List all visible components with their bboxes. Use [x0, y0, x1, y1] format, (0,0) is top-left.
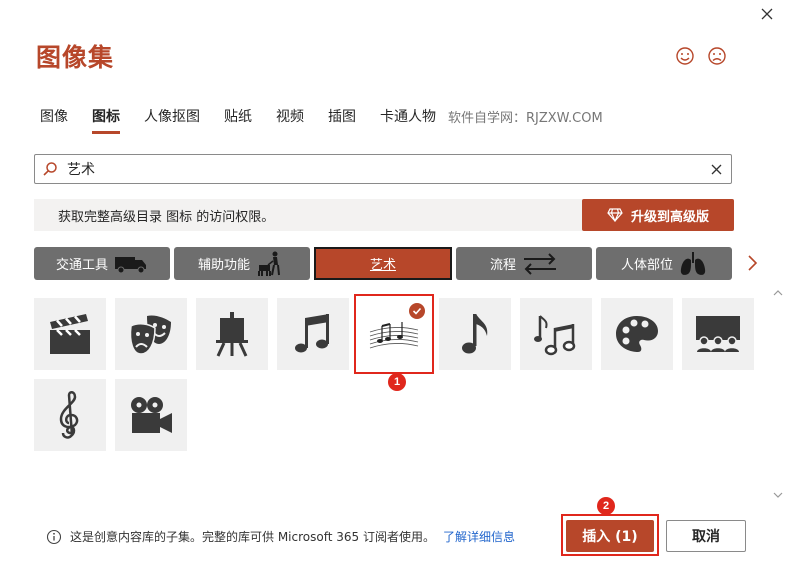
- clapperboard-icon: [50, 314, 90, 354]
- tab-stickers[interactable]: 贴纸: [224, 106, 252, 132]
- treble-clef-icon: [59, 391, 79, 439]
- cancel-button[interactable]: 取消: [666, 520, 746, 552]
- tab-videos[interactable]: 视频: [276, 106, 304, 132]
- annotation-badge-2: 2: [597, 497, 615, 515]
- tab-cutout-people[interactable]: 人像抠图: [144, 106, 200, 132]
- tab-images[interactable]: 图像: [40, 106, 68, 132]
- search-box: [34, 154, 732, 184]
- frown-icon: [708, 47, 726, 65]
- eighth-note-icon: [462, 314, 488, 354]
- clear-icon: [711, 164, 721, 174]
- icon-tile-paint-palette[interactable]: [601, 298, 673, 370]
- category-vehicles[interactable]: 交通工具: [34, 247, 170, 280]
- category-process[interactable]: 流程: [456, 247, 592, 280]
- category-art[interactable]: 艺术: [314, 247, 452, 280]
- annotation-badge-1: 1: [388, 373, 406, 391]
- music-staff-icon: [369, 322, 419, 349]
- watermark-text: 软件自学网：RJZXW.COM: [448, 110, 603, 126]
- category-body-parts[interactable]: 人体部位: [596, 247, 732, 280]
- icon-tile-music-notes[interactable]: [277, 298, 349, 370]
- scroll-up-icon: [773, 290, 783, 296]
- learn-more-link[interactable]: 了解详细信息: [443, 528, 515, 545]
- icon-grid-scrollbar[interactable]: [772, 288, 784, 500]
- premium-banner-text: 获取完整高级目录 图标 的访问权限。: [58, 209, 275, 225]
- upgrade-button-label: 升级到高级版: [630, 209, 709, 225]
- category-carousel: 交通工具 辅助功能 艺术 流程 人体部位: [34, 247, 732, 280]
- premium-banner: 获取完整高级目录 图标 的访问权限。 升级到高级版: [34, 199, 734, 231]
- paint-palette-icon: [616, 316, 658, 352]
- frown-feedback-button[interactable]: [707, 46, 727, 66]
- icon-tile-music-staff[interactable]: [354, 294, 434, 374]
- icon-tile-eighth-note[interactable]: [439, 298, 511, 370]
- icon-tile-theater-masks[interactable]: [115, 298, 187, 370]
- search-icon: [35, 161, 65, 177]
- tab-bar: 图像 图标 人像抠图 贴纸 视频 插图 卡通人物 软件自学网：RJZXW.COM: [40, 106, 603, 134]
- footer-info: 这是创意内容库的子集。完整的库可供 Microsoft 365 订阅者使用。 了…: [46, 528, 515, 545]
- tab-icons[interactable]: 图标: [92, 106, 120, 134]
- feedback-group: [675, 46, 727, 66]
- icon-tile-theater-audience[interactable]: [682, 298, 754, 370]
- truck-icon: [115, 256, 146, 273]
- music-notes-pair-icon: [534, 315, 576, 356]
- diamond-icon: [607, 208, 623, 222]
- info-icon: [46, 529, 62, 544]
- smile-icon: [676, 47, 694, 65]
- icon-tile-clapperboard[interactable]: [34, 298, 106, 370]
- theater-audience-icon: [696, 316, 740, 352]
- close-icon: [761, 8, 773, 20]
- icon-tile-movie-camera[interactable]: [115, 379, 187, 451]
- tab-illustrations[interactable]: 插图: [328, 106, 356, 132]
- close-button[interactable]: [755, 2, 779, 26]
- lungs-icon: [680, 251, 706, 275]
- category-label: 辅助功能: [197, 258, 250, 273]
- upgrade-button[interactable]: 升级到高级版: [582, 199, 734, 231]
- movie-camera-icon: [131, 397, 172, 433]
- guide-dog-icon: [258, 251, 280, 276]
- footer-info-text: 这是创意内容库的子集。完整的库可供 Microsoft 365 订阅者使用。: [70, 530, 435, 544]
- category-accessibility[interactable]: 辅助功能: [174, 247, 310, 280]
- category-label: 流程: [489, 258, 516, 273]
- tab-cartoon-people[interactable]: 卡通人物: [380, 106, 436, 132]
- category-label: 交通工具: [55, 258, 108, 273]
- insert-button[interactable]: 插入 (1): [566, 520, 654, 552]
- easel-icon: [216, 312, 248, 357]
- clear-search-button[interactable]: [701, 164, 731, 175]
- dialog-title: 图像集: [36, 43, 115, 72]
- category-label: 人体部位: [620, 258, 673, 273]
- category-label: 艺术: [369, 258, 396, 273]
- icon-tile-music-notes-pair[interactable]: [520, 298, 592, 370]
- smile-feedback-button[interactable]: [675, 46, 695, 66]
- selected-check-icon: [409, 303, 425, 319]
- chevron-right-icon: [748, 255, 758, 271]
- category-next-button[interactable]: [746, 254, 762, 274]
- theater-masks-icon: [129, 315, 171, 355]
- icon-tile-easel[interactable]: [196, 298, 268, 370]
- icon-tile-treble-clef[interactable]: [34, 379, 106, 451]
- arrows-exchange-icon: [524, 252, 556, 275]
- search-input[interactable]: [65, 160, 701, 178]
- music-notes-icon: [295, 314, 329, 353]
- scroll-down-icon: [773, 492, 783, 498]
